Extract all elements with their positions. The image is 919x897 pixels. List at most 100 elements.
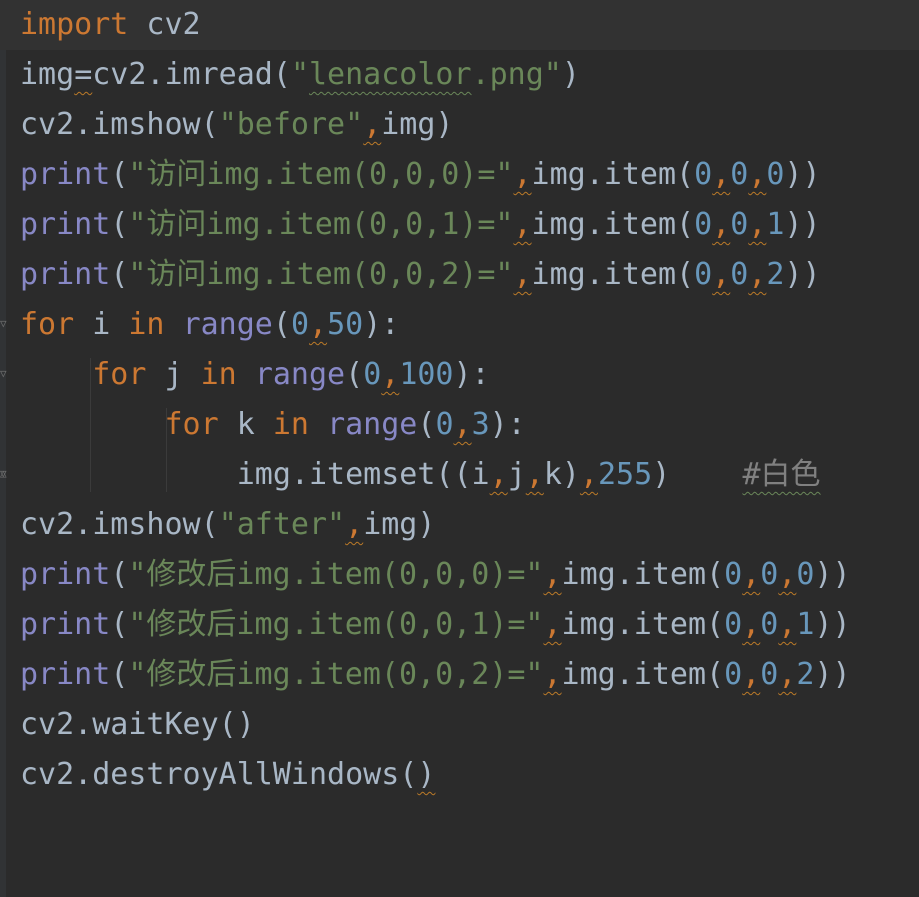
code-token-keyword: for (20, 307, 75, 342)
code-token-keyword: , (742, 607, 761, 642)
code-token-text: ): (363, 307, 400, 342)
code-token-text: ( (272, 307, 291, 342)
code-token-text: cv2.imread( (92, 57, 291, 92)
code-token-string: "修改后img.item(0,0,2)=" (128, 657, 544, 692)
code-token-text: img.item( (561, 607, 725, 642)
code-token-number: 100 (399, 357, 454, 392)
code-line[interactable]: for i in range(0,50): (20, 300, 399, 350)
code-token-number: 0 (724, 557, 743, 592)
code-token-builtin: print (20, 607, 111, 642)
code-token-keyword: , (748, 207, 767, 242)
code-token-keyword: import (20, 7, 129, 42)
code-token-keyword: for (164, 407, 219, 442)
code-token-text: img) (381, 107, 454, 142)
code-token-keyword: in (200, 357, 237, 392)
code-line[interactable]: print("修改后img.item(0,0,2)=",img.item(0,0… (20, 650, 851, 700)
code-token-keyword: , (778, 557, 797, 592)
code-token-text: ( (417, 407, 436, 442)
code-line[interactable]: import cv2 (0, 0, 919, 50)
code-token-text: k) (543, 457, 580, 492)
code-line[interactable]: img=cv2.imread("lenacolor.png") (20, 50, 580, 100)
code-token-keyword: , (489, 457, 508, 492)
code-token-builtin: print (20, 557, 111, 592)
code-token-text: j (507, 457, 526, 492)
code-token-keyword: , (381, 357, 400, 392)
code-token-number: 2 (796, 657, 815, 692)
code-token-keyword: , (513, 157, 532, 192)
code-line[interactable]: print("访问img.item(0,0,2)=",img.item(0,0,… (20, 250, 821, 300)
code-token-builtin: range (254, 357, 346, 392)
code-token-builtin: range (327, 407, 418, 442)
code-token-string: "修改后img.item(0,0,0)=" (128, 557, 544, 592)
code-token-keyword: , (742, 557, 761, 592)
code-token-number: 0 (694, 207, 713, 242)
code-token-text: = (74, 57, 93, 92)
fold-marker-icon[interactable]: ▽ (0, 368, 12, 380)
code-token-text: img (20, 57, 75, 92)
code-editor[interactable]: import cv2 img=cv2.imread("lenacolor.png"… (0, 0, 919, 897)
code-token-number: 0 (363, 357, 382, 392)
code-token-number: 1 (766, 207, 785, 242)
code-line[interactable]: img.itemset((i,j,k),255) #白色 (20, 450, 821, 500)
code-token-builtin: print (20, 257, 111, 292)
code-token-text: ( (110, 207, 129, 242)
code-token-text: img.item( (531, 207, 695, 242)
code-token-text: j (146, 357, 201, 392)
code-line[interactable]: for k in range(0,3): (20, 400, 526, 450)
code-line[interactable]: cv2.destroyAllWindows() (20, 750, 435, 800)
code-token-number: 0 (694, 157, 713, 192)
code-token-keyword: , (712, 157, 731, 192)
code-token-text: ( (110, 257, 129, 292)
code-token-builtin: print (20, 157, 111, 192)
code-token-text: cv2.imshow( (20, 107, 219, 142)
code-line[interactable]: print("访问img.item(0,0,0)=",img.item(0,0,… (20, 150, 821, 200)
code-line[interactable]: print("修改后img.item(0,0,1)=",img.item(0,0… (20, 600, 851, 650)
code-token-number: 0 (760, 557, 779, 592)
code-token-keyword: , (513, 207, 532, 242)
code-line[interactable]: print("访问img.item(0,0,1)=",img.item(0,0,… (20, 200, 821, 250)
code-token-text: ( (110, 557, 129, 592)
code-token-keyword: , (712, 207, 731, 242)
code-token-keyword: for (92, 357, 147, 392)
fold-gutter (0, 0, 6, 897)
code-token-keyword: , (543, 557, 562, 592)
code-token-builtin: print (20, 207, 111, 242)
code-token-text: cv2.destroyAllWindows( (20, 757, 418, 792)
code-token-text: img.item( (531, 257, 695, 292)
code-token-text: ( (110, 607, 129, 642)
code-token-text: k (218, 407, 273, 442)
code-token-number: 3 (471, 407, 490, 442)
code-line[interactable]: cv2.imshow("before",img) (20, 100, 454, 150)
code-token-number: 0 (730, 257, 749, 292)
code-token-keyword: , (748, 257, 767, 292)
code-token-text: )) (784, 207, 821, 242)
code-token-number: 0 (694, 257, 713, 292)
code-token-builtin: range (182, 307, 273, 342)
code-token-number: 0 (760, 657, 779, 692)
code-token-text: ( (110, 657, 129, 692)
code-token-text: )) (814, 557, 851, 592)
code-token-number: 0 (766, 157, 785, 192)
code-token-keyword: , (778, 607, 797, 642)
code-token-text: )) (784, 257, 821, 292)
code-token-keyword: , (748, 157, 767, 192)
code-token-text: ): (489, 407, 526, 442)
code-token-string: "访问img.item(0,0,0)=" (128, 157, 514, 192)
code-line[interactable]: cv2.imshow("after",img) (20, 500, 435, 550)
code-token-builtin: print (20, 657, 111, 692)
code-line[interactable]: cv2.waitKey() (20, 700, 255, 750)
code-line[interactable]: for j in range(0,100): (20, 350, 489, 400)
fold-marker-icon[interactable]: ▽ (0, 318, 12, 330)
code-token-keyword: , (513, 257, 532, 292)
code-token-keyword: in (272, 407, 309, 442)
code-token-text: ) (417, 757, 436, 792)
fold-end-marker-icon[interactable]: △ (0, 468, 12, 480)
code-token-keyword: , (742, 657, 761, 692)
code-token-text: )) (784, 157, 821, 192)
code-token-text: img) (363, 507, 436, 542)
code-token-number: 0 (730, 207, 749, 242)
code-line[interactable]: print("修改后img.item(0,0,0)=",img.item(0,0… (20, 550, 851, 600)
